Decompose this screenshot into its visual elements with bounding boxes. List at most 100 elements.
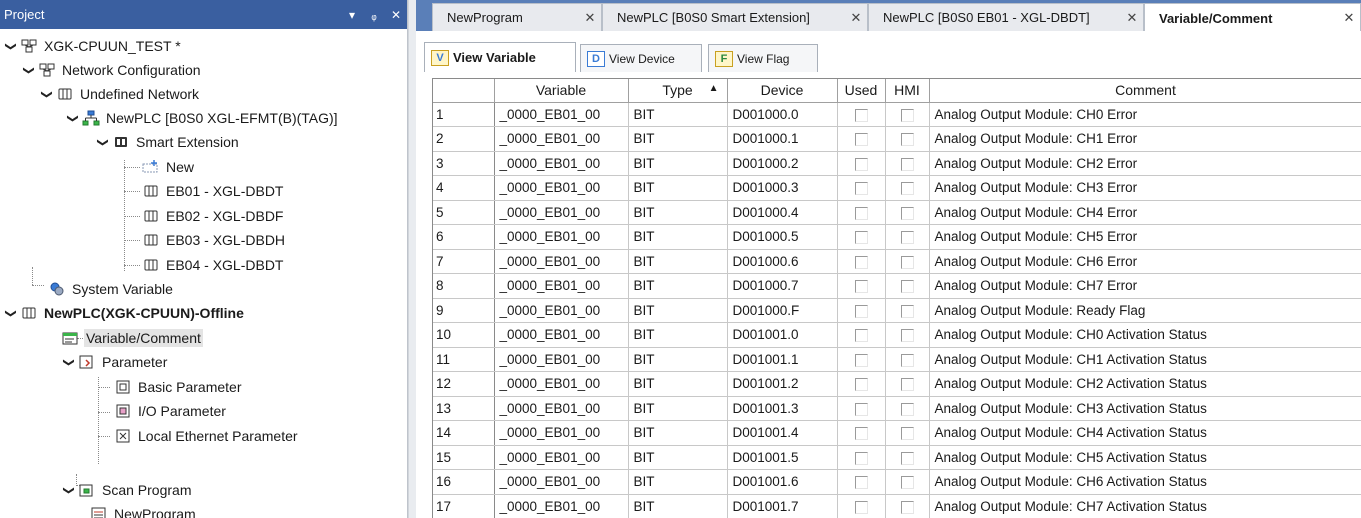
used-checkbox-cell[interactable] [837,224,886,250]
tab-view-device[interactable]: D View Device [580,44,702,72]
used-checkbox[interactable] [854,427,868,441]
used-checkbox-cell[interactable] [837,445,886,470]
tab-eb01[interactable]: NewPLC [B0S0 EB01 - XGL-DBDT] ✕ [868,3,1144,31]
chevron-down-icon[interactable]: ❯ [5,306,18,320]
tree-node-parameter[interactable]: ❯ Parameter [62,350,169,374]
used-checkbox-cell[interactable] [837,200,886,225]
variable-cell[interactable]: _0000_EB01_00 [493,347,629,372]
column-header-comment[interactable]: Comment [929,79,1361,103]
hmi-checkbox-cell[interactable] [885,151,930,176]
pane-splitter[interactable] [408,0,416,518]
comment-cell[interactable]: Analog Output Module: CH4 Error [929,200,1361,225]
table-row[interactable]: 1 _0000_EB01_00 BIT D001000.0 Analog Output … [433,102,1361,127]
comment-cell[interactable]: Analog Output Module: Ready Flag [929,298,1361,323]
used-checkbox[interactable] [854,451,868,465]
comment-cell[interactable]: Analog Output Module: CH0 Activation Sta… [929,322,1361,348]
tab-view-flag[interactable]: F View Flag [708,44,818,72]
variable-cell[interactable]: _0000_EB01_00 [493,371,629,397]
table-row[interactable]: 16 _0000_EB01_00 BIT D001001.6 Analog Output… [433,469,1361,495]
hmi-checkbox[interactable] [900,231,914,245]
table-row[interactable]: 7 _0000_EB01_00 BIT D001000.6 Analog Output … [433,249,1361,274]
hmi-checkbox-cell[interactable] [885,420,930,446]
used-checkbox[interactable] [854,500,868,514]
hmi-checkbox-cell[interactable] [885,494,930,518]
tab-newprogram[interactable]: NewProgram ✕ [432,3,602,31]
close-icon[interactable]: ✕ [845,10,867,26]
close-icon[interactable]: ✕ [1338,10,1360,26]
chevron-down-icon[interactable]: ❯ [97,135,110,149]
used-checkbox[interactable] [854,108,868,122]
type-cell[interactable]: BIT [628,151,728,176]
comment-cell[interactable]: Analog Output Module: CH0 Error [929,102,1361,127]
tree-node-io-parameter[interactable]: I/O Parameter [114,399,228,423]
chevron-down-icon[interactable]: ❯ [41,87,54,101]
variable-cell[interactable]: _0000_EB01_00 [493,102,629,127]
tree-node-newprogram[interactable]: NewProgram [90,502,198,518]
hmi-checkbox[interactable] [900,280,914,294]
variable-cell[interactable]: _0000_EB01_00 [493,249,629,274]
tree-node-eb01[interactable]: EB01 - XGL-DBDT [142,179,285,203]
pane-close-button[interactable]: ✕ [385,8,407,22]
hmi-checkbox-cell[interactable] [885,126,930,152]
device-cell[interactable]: D001000.0 [727,102,838,127]
hmi-checkbox[interactable] [900,255,914,269]
device-cell[interactable]: D001001.1 [727,347,838,372]
used-checkbox-cell[interactable] [837,396,886,421]
chevron-down-icon[interactable]: ❯ [67,111,80,125]
type-cell[interactable]: BIT [628,298,728,323]
table-row[interactable]: 12 _0000_EB01_00 BIT D001001.2 Analog Output… [433,371,1361,397]
tab-variable-comment[interactable]: Variable/Comment ✕ [1144,3,1361,32]
chevron-down-icon[interactable]: ❯ [63,355,76,369]
type-cell[interactable]: BIT [628,273,728,299]
type-cell[interactable]: BIT [628,200,728,225]
row-number-cell[interactable]: 9 [433,298,495,323]
row-number-cell[interactable]: 17 [433,494,495,518]
close-icon[interactable]: ✕ [579,10,601,26]
hmi-checkbox-cell[interactable] [885,200,930,225]
row-number-cell[interactable]: 11 [433,347,495,372]
used-checkbox-cell[interactable] [837,126,886,152]
tree-node-system-variable[interactable]: System Variable [48,277,175,301]
table-row[interactable]: 9 _0000_EB01_00 BIT D001000.F Analog Output … [433,298,1361,323]
table-row[interactable]: 10 _0000_EB01_00 BIT D001001.0 Analog Output… [433,322,1361,348]
hmi-checkbox-cell[interactable] [885,298,930,323]
variable-cell[interactable]: _0000_EB01_00 [493,494,629,518]
variable-cell[interactable]: _0000_EB01_00 [493,175,629,201]
used-checkbox-cell[interactable] [837,347,886,372]
device-cell[interactable]: D001000.2 [727,151,838,176]
type-cell[interactable]: BIT [628,420,728,446]
comment-cell[interactable]: Analog Output Module: CH3 Activation Sta… [929,396,1361,421]
type-cell[interactable]: BIT [628,322,728,348]
pane-pin-button[interactable]: ᵩ [363,8,385,22]
used-checkbox[interactable] [854,402,868,416]
pane-dropdown-button[interactable]: ▾ [341,8,363,22]
variable-cell[interactable]: _0000_EB01_00 [493,322,629,348]
row-number-cell[interactable]: 12 [433,371,495,397]
variable-cell[interactable]: _0000_EB01_00 [493,151,629,176]
device-cell[interactable]: D001001.2 [727,371,838,397]
hmi-checkbox[interactable] [900,206,914,220]
hmi-checkbox-cell[interactable] [885,396,930,421]
variable-cell[interactable]: _0000_EB01_00 [493,469,629,495]
table-row[interactable]: 13 _0000_EB01_00 BIT D001001.3 Analog Output… [433,396,1361,421]
used-checkbox[interactable] [854,353,868,367]
used-checkbox-cell[interactable] [837,151,886,176]
used-checkbox[interactable] [854,206,868,220]
type-cell[interactable]: BIT [628,102,728,127]
used-checkbox[interactable] [854,255,868,269]
table-row[interactable]: 11 _0000_EB01_00 BIT D001001.1 Analog Output… [433,347,1361,372]
chevron-down-icon[interactable]: ❯ [63,483,76,497]
tree-node-variable-comment[interactable]: Variable/Comment [62,326,203,350]
row-number-cell[interactable]: 1 [433,102,495,127]
device-cell[interactable]: D001000.7 [727,273,838,299]
row-number-cell[interactable]: 8 [433,273,495,299]
comment-cell[interactable]: Analog Output Module: CH2 Activation Sta… [929,371,1361,397]
comment-cell[interactable]: Analog Output Module: CH7 Error [929,273,1361,299]
row-number-cell[interactable]: 15 [433,445,495,470]
hmi-checkbox[interactable] [900,402,914,416]
hmi-checkbox[interactable] [900,451,914,465]
variable-cell[interactable]: _0000_EB01_00 [493,126,629,152]
hmi-checkbox-cell[interactable] [885,371,930,397]
hmi-checkbox[interactable] [900,329,914,343]
row-number-cell[interactable]: 5 [433,200,495,225]
